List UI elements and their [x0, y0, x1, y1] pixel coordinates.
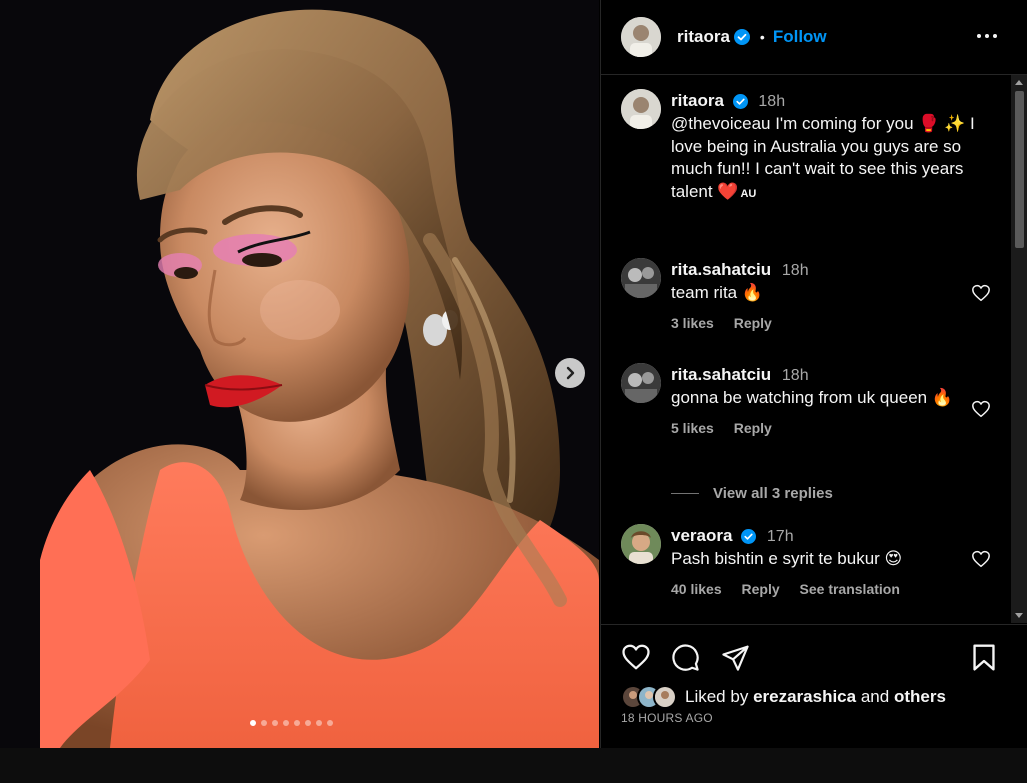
comment-time: 17h: [766, 528, 794, 545]
author-username[interactable]: ritaora: [677, 27, 730, 47]
separator-dot: •: [759, 29, 765, 45]
liked-by-prefix: Liked by: [685, 687, 749, 706]
author-avatar[interactable]: [621, 17, 661, 57]
comment-text: gonna be watching from uk queen 🔥: [671, 388, 954, 407]
comment-text: team rita 🔥: [671, 283, 764, 302]
comment-item: rita.sahatciu 18h team rita 🔥 3 likes Re…: [621, 258, 991, 338]
commenter-avatar[interactable]: [621, 524, 661, 564]
carousel-dot: [305, 720, 311, 726]
next-slide-button[interactable]: [555, 358, 585, 388]
carousel-dot: [327, 720, 333, 726]
follow-button[interactable]: Follow: [773, 27, 827, 47]
verified-icon: [741, 529, 757, 544]
next-arrow-icon: [566, 366, 575, 380]
verified-icon: [733, 29, 750, 45]
author-avatar[interactable]: [621, 89, 661, 129]
verified-icon: [732, 94, 748, 109]
avatar-image: [621, 363, 661, 403]
carousel-dot: [294, 720, 300, 726]
page-bottom-strip: [0, 748, 1027, 783]
comment-time: 18h: [781, 262, 809, 279]
caption-badge: AU: [740, 187, 757, 200]
avatar-image: [621, 89, 661, 129]
liked-by[interactable]: Liked by erezarashica and others: [621, 685, 946, 709]
comment-text: Pash bishtin e syrit te bukur 😍: [671, 549, 903, 568]
view-replies-button[interactable]: View all 3 replies: [671, 485, 833, 502]
carousel-dot: [272, 720, 278, 726]
post-header: ritaora • Follow: [601, 0, 1027, 75]
carousel-dot: [261, 720, 267, 726]
caption-text-block: @thevoiceau I'm coming for you 🥊 ✨ I lov…: [671, 113, 986, 205]
post-actions: Liked by erezarashica and others 18 HOUR…: [601, 624, 1027, 749]
comment-item: veraora 17h Pash bishtin e syrit te buku…: [621, 524, 991, 604]
like-comment-heart-icon[interactable]: [971, 284, 991, 302]
caption-username[interactable]: ritaora: [671, 91, 724, 110]
see-translation-button[interactable]: See translation: [800, 581, 900, 597]
liker-avatar: [653, 685, 677, 709]
comment-item: rita.sahatciu 18h gonna be watching from…: [621, 363, 991, 473]
comments-list[interactable]: ritaora 18h @thevoiceau I'm coming for y…: [601, 75, 1011, 623]
replies-divider: [671, 493, 699, 494]
carousel-indicator: [250, 720, 333, 726]
avatar-image: [621, 524, 661, 564]
scroll-down-arrow[interactable]: [1015, 613, 1023, 618]
comment-likes[interactable]: 40 likes: [671, 581, 722, 597]
post-timestamp[interactable]: 18 HOURS AGO: [621, 711, 713, 725]
comment-likes[interactable]: 3 likes: [671, 315, 714, 331]
save-bookmark-icon[interactable]: [971, 643, 997, 672]
scroll-thumb[interactable]: [1015, 91, 1024, 248]
view-replies-label: View all 3 replies: [713, 485, 833, 502]
carousel-dot: [283, 720, 289, 726]
commenter-username[interactable]: rita.sahatciu: [671, 365, 771, 384]
carousel-dot: [316, 720, 322, 726]
post-photo: [0, 0, 599, 748]
like-heart-icon[interactable]: [621, 643, 651, 671]
share-icon[interactable]: [721, 643, 750, 672]
commenter-username[interactable]: veraora: [671, 526, 732, 545]
like-comment-heart-icon[interactable]: [971, 550, 991, 568]
reply-button[interactable]: Reply: [734, 420, 772, 436]
comments-scrollbar[interactable]: [1011, 75, 1027, 623]
post-media[interactable]: [0, 0, 599, 748]
scroll-up-arrow[interactable]: [1015, 80, 1023, 85]
caption-time: 18h: [758, 93, 786, 110]
comment-likes[interactable]: 5 likes: [671, 420, 714, 436]
post-side-panel: ritaora • Follow ritaora 18h @thevoiceau…: [600, 0, 1027, 748]
comment-icon[interactable]: [671, 643, 700, 672]
liked-by-user[interactable]: erezarashica: [753, 687, 856, 706]
liked-by-and: and: [860, 687, 890, 706]
like-comment-heart-icon[interactable]: [971, 400, 991, 418]
comment-time: 18h: [781, 367, 809, 384]
reply-button[interactable]: Reply: [742, 581, 780, 597]
commenter-avatar[interactable]: [621, 258, 661, 298]
more-options-icon[interactable]: [976, 25, 998, 47]
avatar-image: [621, 258, 661, 298]
carousel-dot: [250, 720, 256, 726]
reply-button[interactable]: Reply: [734, 315, 772, 331]
commenter-username[interactable]: rita.sahatciu: [671, 260, 771, 279]
commenter-avatar[interactable]: [621, 363, 661, 403]
avatar-image: [621, 17, 661, 57]
liked-by-others[interactable]: others: [894, 687, 946, 706]
caption-text: @thevoiceau I'm coming for you 🥊 ✨ I lov…: [671, 114, 975, 201]
